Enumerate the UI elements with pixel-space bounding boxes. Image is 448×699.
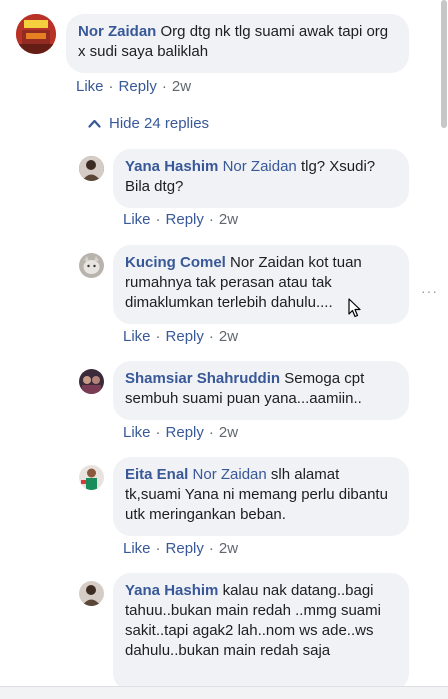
like-button[interactable]: Like (123, 211, 151, 228)
like-button[interactable]: Like (123, 328, 151, 345)
timestamp[interactable]: 2w (219, 424, 238, 441)
timestamp[interactable]: 2w (219, 211, 238, 228)
comment-author[interactable]: Nor Zaidan (78, 23, 156, 40)
reply-actions: Like · Reply · 2w (123, 211, 239, 228)
hide-replies-button[interactable]: Hide 24 replies (88, 115, 209, 132)
timestamp[interactable]: 2w (219, 540, 238, 557)
timestamp[interactable]: 2w (219, 328, 238, 345)
like-button[interactable]: Like (123, 424, 151, 441)
comment-bubble: Nor Zaidan Org dtg nk tlg suami awak tap… (66, 14, 409, 73)
like-button[interactable]: Like (76, 78, 104, 95)
reply-button[interactable]: Reply (166, 424, 204, 441)
more-options-icon[interactable]: ··· (421, 283, 438, 299)
avatar[interactable] (79, 581, 104, 606)
reply-actions: Like · Reply · 2w (123, 540, 239, 557)
profile-picture-icon (16, 14, 56, 54)
hide-replies-label: Hide 24 replies (109, 115, 210, 132)
reply-author[interactable]: Eita Enal (125, 466, 188, 483)
avatar[interactable] (79, 156, 104, 181)
reply-button[interactable]: Reply (119, 78, 157, 95)
avatar[interactable] (79, 369, 104, 394)
reply-actions: Like · Reply · 2w (123, 328, 239, 345)
avatar[interactable] (79, 465, 104, 490)
reply-bubble: Yana Hashim Nor Zaidan tlg? Xsudi? Bila … (113, 149, 409, 208)
avatar[interactable] (79, 253, 104, 278)
reply-author[interactable]: Kucing Comel (125, 254, 226, 271)
scrollbar[interactable] (440, 0, 448, 699)
like-button[interactable]: Like (123, 540, 151, 557)
avatar[interactable] (16, 14, 56, 54)
reply-actions: Like · Reply · 2w (123, 424, 239, 441)
scrollbar-thumb[interactable] (441, 0, 447, 128)
reply-bubble: Yana Hashim kalau nak datang..bagi tahuu… (113, 573, 409, 691)
reply-button[interactable]: Reply (166, 540, 204, 557)
timestamp[interactable]: 2w (172, 78, 191, 95)
reply-bubble: Shamsiar Shahruddin Semoga cpt sembuh su… (113, 361, 409, 420)
profile-picture-icon (79, 156, 104, 181)
mention-tag[interactable]: Nor Zaidan (223, 158, 297, 175)
reply-button[interactable]: Reply (166, 211, 204, 228)
profile-picture-icon (79, 253, 104, 278)
chevron-up-icon (88, 119, 101, 128)
reply-author[interactable]: Yana Hashim (125, 158, 218, 175)
reply-bubble: Eita Enal Nor Zaidan slh alamat tk,suami… (113, 457, 409, 536)
profile-picture-icon (79, 369, 104, 394)
comment-actions: Like · Reply · 2w (76, 78, 192, 95)
reply-author[interactable]: Yana Hashim (125, 582, 218, 599)
reply-author[interactable]: Shamsiar Shahruddin (125, 370, 280, 387)
reply-button[interactable]: Reply (166, 328, 204, 345)
mouse-cursor-icon (348, 298, 362, 323)
profile-picture-icon (79, 581, 104, 606)
bottom-bar (0, 686, 448, 699)
profile-picture-icon (79, 465, 104, 490)
mention-tag[interactable]: Nor Zaidan (193, 466, 267, 483)
reply-bubble: Kucing Comel Nor Zaidan kot tuan rumahny… (113, 245, 409, 324)
